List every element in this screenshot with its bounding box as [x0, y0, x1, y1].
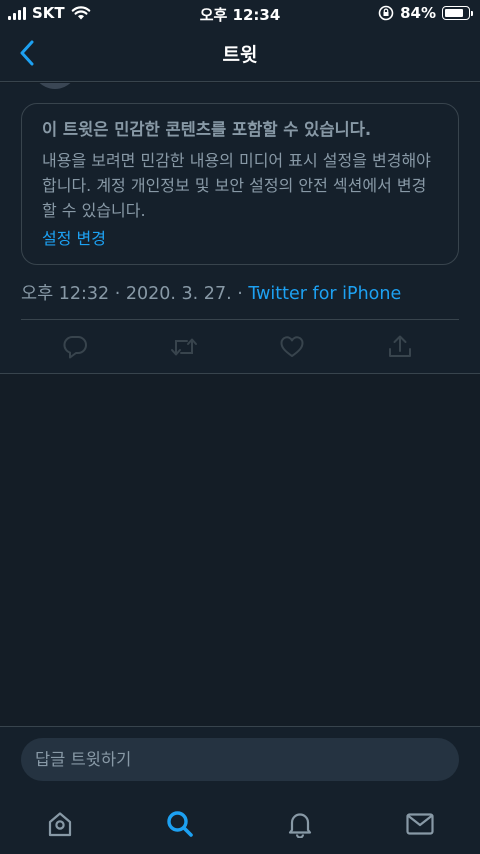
search-icon	[167, 811, 193, 837]
tweet-detail: 이 트윗은 민감한 콘텐츠를 포함할 수 있습니다. 내용을 보려면 민감한 내…	[0, 83, 480, 374]
battery-icon	[442, 6, 473, 20]
messages-icon	[406, 813, 434, 835]
navigation-bar: 트윗	[0, 26, 480, 82]
reply-composer	[0, 726, 480, 794]
page-title: 트윗	[222, 44, 258, 66]
share-button[interactable]	[384, 331, 416, 363]
tweet-metadata: 오후 12:32 · 2020. 3. 27. · Twitter for iP…	[21, 280, 401, 305]
retweet-button[interactable]	[168, 331, 200, 363]
warning-title: 이 트윗은 민감한 콘텐츠를 포함할 수 있습니다.	[42, 120, 372, 139]
divider	[21, 319, 459, 320]
reply-button[interactable]	[59, 331, 91, 363]
tweet-source-link[interactable]: Twitter for iPhone	[248, 284, 401, 304]
tab-messages[interactable]	[400, 804, 440, 844]
tweet-actions	[0, 331, 480, 363]
tab-notifications[interactable]	[280, 804, 320, 844]
warning-body: 내용을 보려면 민감한 내용의 미디어 표시 설정을 변경해야 합니다. 계정 …	[42, 151, 431, 220]
notifications-icon	[288, 813, 312, 838]
tab-home[interactable]	[40, 804, 80, 844]
reply-input[interactable]	[21, 738, 459, 781]
sensitive-content-warning: 이 트윗은 민감한 콘텐츠를 포함할 수 있습니다. 내용을 보려면 민감한 내…	[21, 103, 459, 265]
tab-search[interactable]	[160, 804, 200, 844]
like-icon	[280, 336, 304, 357]
home-icon	[48, 812, 72, 837]
retweet-icon	[171, 338, 197, 356]
tab-bar	[0, 794, 480, 854]
orientation-lock-icon	[378, 5, 394, 21]
change-settings-link[interactable]: 설정 변경	[42, 227, 106, 251]
tweet-timestamp: 오후 12:32 · 2020. 3. 27. ·	[21, 284, 249, 304]
status-bar: SKT 오후 12:34 84%	[0, 0, 480, 26]
share-icon	[389, 335, 411, 357]
battery-percent: 84%	[400, 4, 436, 22]
reply-icon	[63, 336, 87, 359]
avatar[interactable]	[30, 83, 80, 89]
like-button[interactable]	[276, 331, 308, 363]
